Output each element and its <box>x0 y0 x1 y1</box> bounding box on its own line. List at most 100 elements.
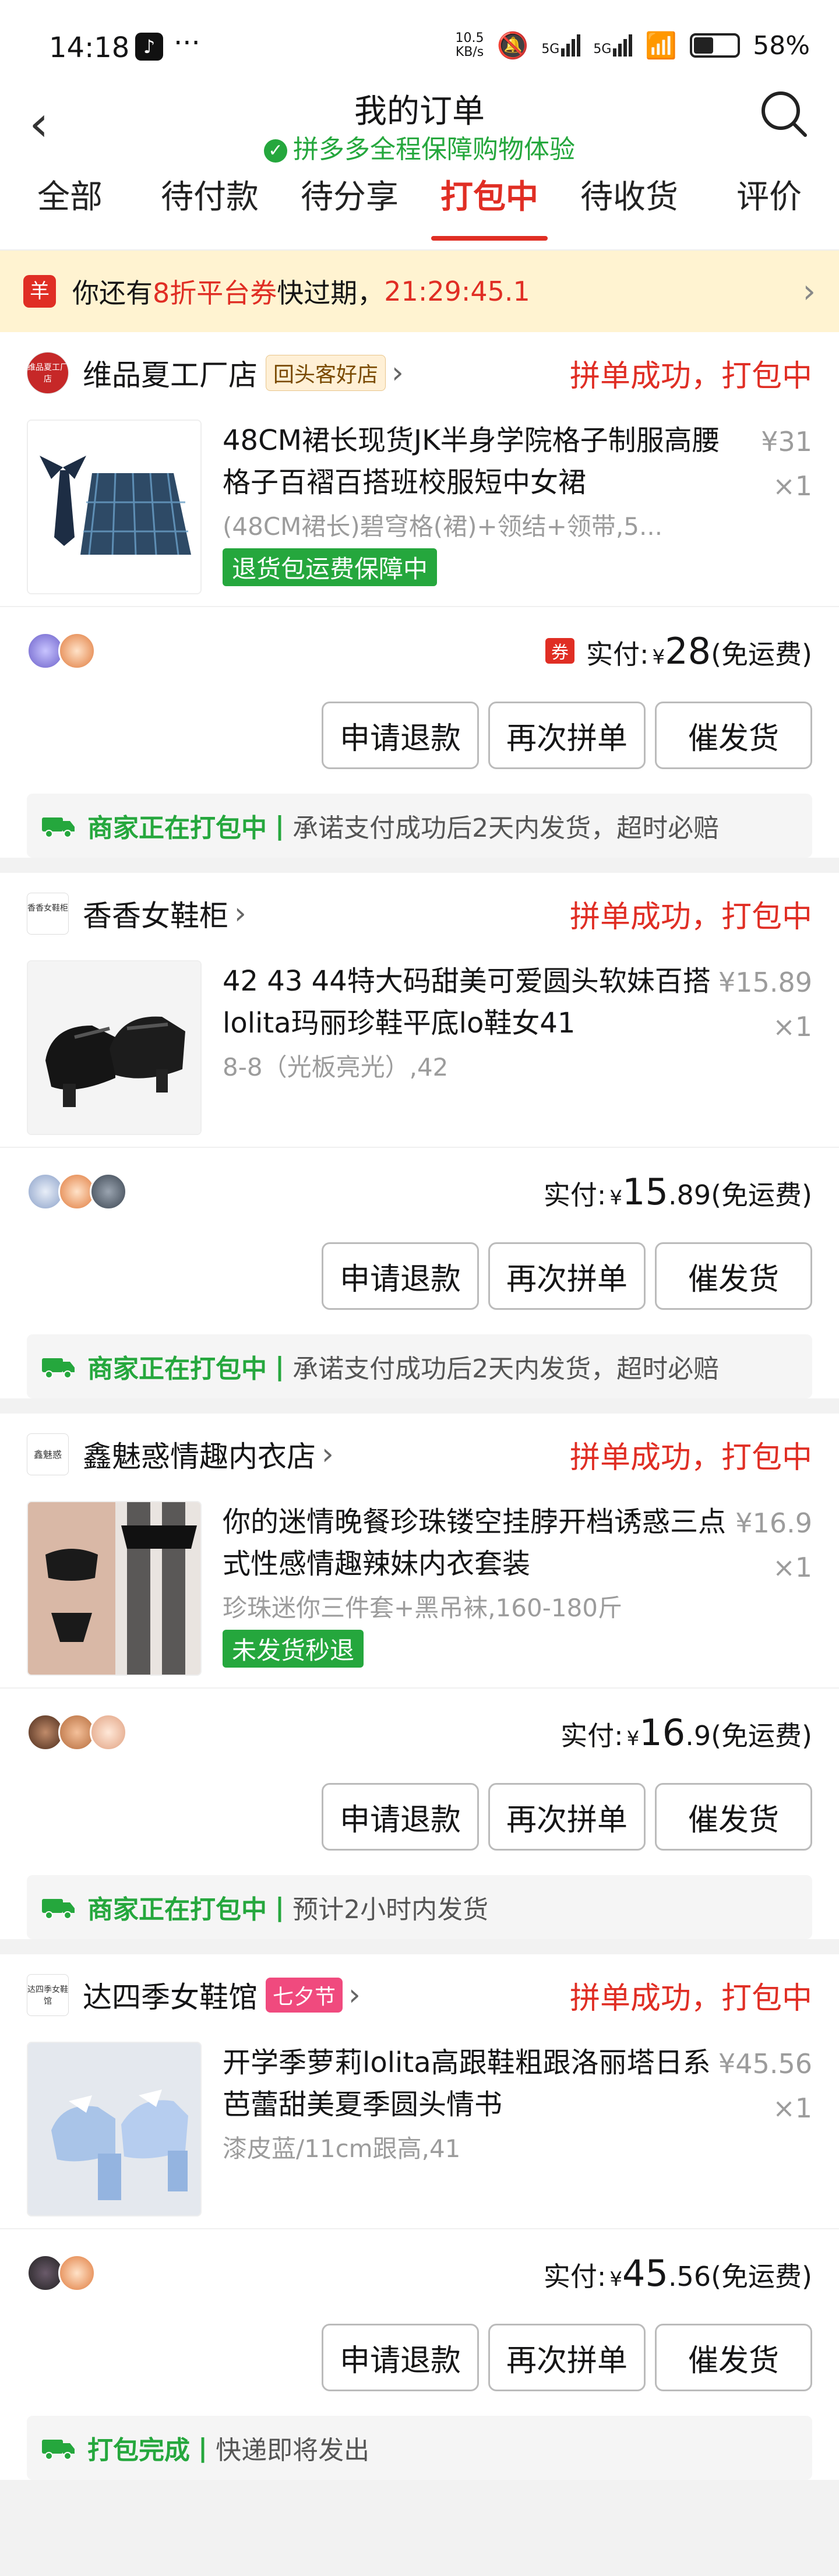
tab-pending-receipt[interactable]: 待收货 <box>559 157 699 250</box>
tab-all[interactable]: 全部 <box>0 157 140 250</box>
order-card: 香香女鞋柜 香香女鞋柜 › 拼单成功，打包中 42 43 44特大码甜美可爱圆头… <box>0 873 839 1398</box>
service-badge: 退货包运费保障中 <box>223 548 438 586</box>
product-thumbnail[interactable] <box>27 2042 202 2216</box>
wifi-icon: 📶 <box>645 31 678 61</box>
avatar <box>90 1714 127 1751</box>
battery-level: 58% <box>753 30 810 61</box>
order-status: 拼单成功，打包中 <box>569 1440 812 1475</box>
festival-tag: 七夕节 <box>266 1978 343 2013</box>
mute-icon: 🔕 <box>496 31 529 61</box>
shop-name[interactable]: 香香女鞋柜 <box>83 893 228 935</box>
group-avatars[interactable] <box>27 1714 127 1751</box>
paid-amount: 券 实付: ¥28 (免运费) <box>545 630 812 672</box>
network-speed: 10.5 KB/s <box>455 31 484 59</box>
coupon-icon: 羊 <box>23 275 56 308</box>
product-thumbnail[interactable] <box>27 420 202 594</box>
battery-icon <box>690 33 741 58</box>
signal-icon: 5G <box>541 34 581 57</box>
truck-icon <box>42 817 75 838</box>
chevron-right-icon: › <box>234 896 246 931</box>
buy-again-button[interactable]: 再次拼单 <box>488 702 646 769</box>
product-item[interactable]: 42 43 44特大码甜美可爱圆头软妹百搭lolita玛丽珍鞋平底lo鞋女41 … <box>0 954 839 1147</box>
tab-pending-share[interactable]: 待分享 <box>280 157 420 250</box>
shop-logo[interactable]: 香香女鞋柜 <box>27 893 69 935</box>
product-thumbnail[interactable] <box>27 960 202 1135</box>
shop-logo[interactable]: 鑫魅惑 <box>27 1433 69 1475</box>
shop-logo[interactable]: 达四季女鞋馆 <box>27 1974 69 2016</box>
unit-price: ¥31 <box>761 426 812 457</box>
product-item[interactable]: 你的迷情晚餐珍珠镂空挂脖开档诱惑三点式性感情趣辣妹内衣套装 珍珠迷你三件套+黑吊… <box>0 1495 839 1687</box>
product-item[interactable]: 开学季萝莉lolita高跟鞋粗跟洛丽塔日系芭蕾甜美夏季圆头情书 漆皮蓝/11cm… <box>0 2036 839 2228</box>
shipping-notice[interactable]: 商家正在打包中 | 承诺支付成功后2天内发货，超时必赔 <box>27 794 812 858</box>
chevron-right-icon: › <box>322 1437 334 1472</box>
urge-shipping-button[interactable]: 催发货 <box>655 2324 812 2391</box>
order-status: 拼单成功，打包中 <box>569 899 812 935</box>
product-title: 开学季萝莉lolita高跟鞋粗跟洛丽塔日系芭蕾甜美夏季圆头情书 <box>223 2046 711 2121</box>
urge-shipping-button[interactable]: 催发货 <box>655 1242 812 1310</box>
avatar <box>58 632 96 669</box>
buy-again-button[interactable]: 再次拼单 <box>488 1783 646 1851</box>
group-avatars[interactable] <box>27 632 96 669</box>
order-status: 拼单成功，打包中 <box>569 1981 812 2016</box>
service-badge: 未发货秒退 <box>223 1630 364 1668</box>
coupon-ticket-icon: 券 <box>545 638 575 664</box>
tiktok-icon: ♪ <box>135 33 163 61</box>
order-tabs: 全部 待付款 待分享 打包中 待收货 评价 <box>0 157 839 251</box>
product-spec: 珍珠迷你三件套+黑吊袜,160-180斤 <box>223 1594 623 1622</box>
urge-shipping-button[interactable]: 催发货 <box>655 1783 812 1851</box>
urge-shipping-button[interactable]: 催发货 <box>655 702 812 769</box>
product-spec: 8-8（光板亮光）,42 <box>223 1053 449 1081</box>
order-card: 鑫魅惑 鑫魅惑情趣内衣店 › 拼单成功，打包中 你的迷情晚餐珍珠镂空挂脖开档诱惑… <box>0 1414 839 1939</box>
request-refund-button[interactable]: 申请退款 <box>322 1242 479 1310</box>
unit-price: ¥15.89 <box>718 967 812 998</box>
shop-name[interactable]: 维品夏工厂店 <box>83 352 258 394</box>
shipping-notice[interactable]: 打包完成 | 快递即将发出 <box>27 2416 812 2480</box>
shop-name[interactable]: 达四季女鞋馆 <box>83 1974 258 2016</box>
signal-icon-2: 5G <box>593 34 633 57</box>
chevron-right-icon: › <box>392 355 404 390</box>
product-thumbnail[interactable] <box>27 1501 202 1676</box>
quantity: ×1 <box>773 1552 812 1583</box>
truck-icon <box>42 1899 75 1919</box>
coupon-expiry-bar[interactable]: 羊 你还有 8折平台券 快过期， 21:29:45.1 › <box>0 251 839 332</box>
group-avatars[interactable] <box>27 2254 96 2292</box>
page-header: ‹ 我的订单 ✓ 拼多多全程保障购物体验 <box>0 82 839 164</box>
quantity: ×1 <box>773 2092 812 2124</box>
page-title: 我的订单 <box>354 93 485 131</box>
tab-review[interactable]: 评价 <box>699 157 839 250</box>
shop-logo[interactable]: 维品夏工厂店 <box>27 352 69 394</box>
truck-icon <box>42 1358 75 1379</box>
quantity: ×1 <box>773 470 812 502</box>
coupon-countdown: 21:29:45.1 <box>384 276 530 307</box>
quantity: ×1 <box>773 1011 812 1042</box>
order-card: 达四季女鞋馆 达四季女鞋馆 七夕节 › 拼单成功，打包中 开学季萝莉lolita… <box>0 1954 839 2480</box>
request-refund-button[interactable]: 申请退款 <box>322 702 479 769</box>
product-spec: (48CM裙长)碧穹格(裙)+领结+领带,5... <box>223 512 663 541</box>
shop-tag: 回头客好店 <box>266 355 386 391</box>
product-item[interactable]: 48CM裙长现货JK半身学院格子制服高腰格子百褶百搭班校服短中女裙 (48CM裙… <box>0 414 839 606</box>
truck-icon <box>42 2440 75 2460</box>
buy-again-button[interactable]: 再次拼单 <box>488 2324 646 2391</box>
paid-amount: 实付: ¥45.56 (免运费) <box>543 2251 812 2295</box>
unit-price: ¥45.56 <box>718 2048 812 2080</box>
request-refund-button[interactable]: 申请退款 <box>322 2324 479 2391</box>
avatar <box>90 1173 127 1210</box>
order-card: 维品夏工厂店 维品夏工厂店 回头客好店 › 拼单成功，打包中 48CM裙长现货J… <box>0 332 839 858</box>
tab-pending-payment[interactable]: 待付款 <box>140 157 280 250</box>
tab-packing[interactable]: 打包中 <box>420 157 559 250</box>
avatar <box>58 2254 96 2292</box>
shipping-notice[interactable]: 商家正在打包中 | 预计2小时内发货 <box>27 1875 812 1939</box>
product-title: 48CM裙长现货JK半身学院格子制服高腰格子百褶百搭班校服短中女裙 <box>223 424 720 499</box>
buy-again-button[interactable]: 再次拼单 <box>488 1242 646 1310</box>
order-status: 拼单成功，打包中 <box>569 358 812 394</box>
shop-name[interactable]: 鑫魅惑情趣内衣店 <box>83 1433 316 1475</box>
shipping-notice[interactable]: 商家正在打包中 | 承诺支付成功后2天内发货，超时必赔 <box>27 1334 812 1398</box>
chevron-right-icon: › <box>348 1978 361 2013</box>
request-refund-button[interactable]: 申请退款 <box>322 1783 479 1851</box>
product-spec: 漆皮蓝/11cm跟高,41 <box>223 2134 461 2163</box>
group-avatars[interactable] <box>27 1173 127 1210</box>
search-icon[interactable] <box>757 87 810 140</box>
chevron-right-icon: › <box>802 272 816 311</box>
paid-amount: 实付: ¥15.89 (免运费) <box>543 1170 812 1213</box>
unit-price: ¥16.9 <box>735 1507 812 1539</box>
